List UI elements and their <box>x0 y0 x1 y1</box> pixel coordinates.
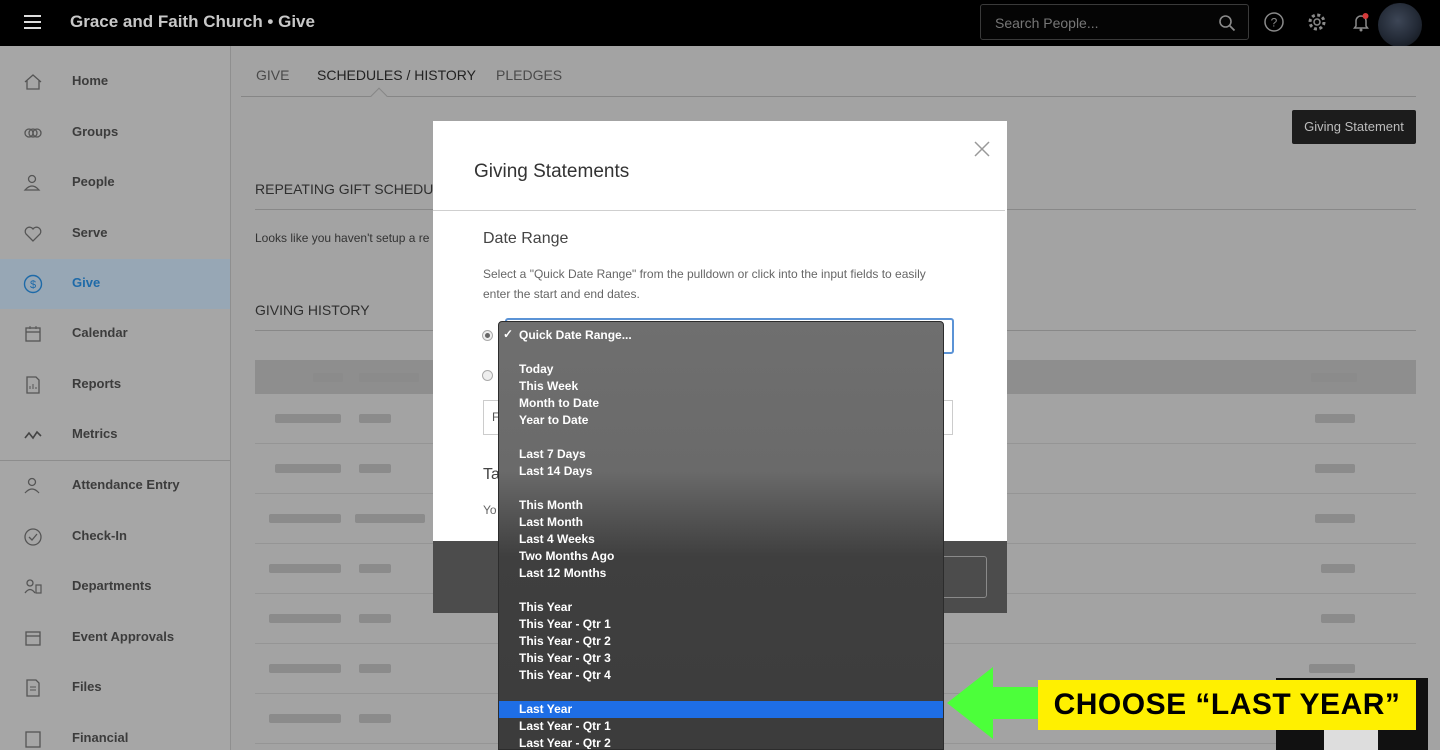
sidebar-item-label: Groups <box>72 124 119 139</box>
gear-icon[interactable] <box>1306 11 1328 33</box>
sidebar-item-calendar[interactable]: Calendar <box>0 309 230 357</box>
sidebar-item-label: Financial <box>72 730 129 745</box>
sidebar-item-label: Reports <box>72 376 122 391</box>
custom-date-range-radio[interactable] <box>482 370 493 381</box>
menu-option[interactable]: Last 12 Months <box>519 565 606 582</box>
second-section-text: Yo <box>483 503 497 517</box>
sidebar-item-departments[interactable]: Departments <box>0 562 230 610</box>
tabs-divider <box>241 96 1416 97</box>
sidebar-item-serve[interactable]: Serve <box>0 209 230 257</box>
sidebar-item-label: Check-In <box>72 528 127 543</box>
menu-option[interactable]: Last 4 Weeks <box>519 531 595 548</box>
sidebar-item-check-in[interactable]: Check-In <box>0 512 230 560</box>
menu-option[interactable]: This Year - Qtr 1 <box>519 616 611 633</box>
calendar-icon <box>25 326 41 342</box>
departments-icon <box>24 579 42 594</box>
sidebar-item-label: Attendance Entry <box>72 477 180 492</box>
reports-icon <box>26 376 40 394</box>
quick-date-range-menu: ✓ Quick Date Range... Today This Week Mo… <box>498 321 944 750</box>
sidebar-item-groups[interactable]: Groups <box>0 108 230 156</box>
people-icon <box>23 174 41 191</box>
sidebar-item-label: Files <box>72 679 102 694</box>
help-icon[interactable]: ? <box>1263 11 1285 33</box>
menu-option[interactable]: This Week <box>519 378 578 395</box>
sidebar-item-files[interactable]: Files <box>0 663 230 711</box>
app-title: Grace and Faith Church • Give <box>70 12 315 31</box>
sidebar-item-label: Departments <box>72 578 152 593</box>
modal-divider <box>433 210 1005 211</box>
financial-icon <box>25 731 41 748</box>
check-icon <box>24 528 42 546</box>
avatar[interactable] <box>1378 3 1422 47</box>
menu-option[interactable]: Last Year - Qtr 1 <box>519 718 611 735</box>
search-icon[interactable] <box>1218 14 1236 32</box>
close-icon[interactable] <box>974 141 990 157</box>
menu-option[interactable]: Last Month <box>519 514 583 531</box>
sidebar-item-financial[interactable]: Financial <box>0 714 230 750</box>
menu-option-last-year[interactable]: Last Year <box>519 701 572 718</box>
checkmark-icon: ✓ <box>503 327 514 341</box>
heart-icon <box>24 226 42 242</box>
menu-option[interactable]: This Month <box>519 497 583 514</box>
search-people-input[interactable]: Search People... <box>980 4 1249 40</box>
sidebar-item-label: Give <box>72 275 101 290</box>
sidebar-item-reports[interactable]: Reports <box>0 360 230 408</box>
bell-icon[interactable] <box>1350 11 1372 33</box>
choose-last-year-callout: CHOOSE “LAST YEAR” <box>1038 680 1416 730</box>
svg-text:?: ? <box>1271 16 1278 30</box>
dollar-icon: $ <box>23 274 43 294</box>
sidebar-item-label: People <box>72 174 115 189</box>
menu-option[interactable]: This Year <box>519 599 572 616</box>
menu-option[interactable]: Last 14 Days <box>519 463 592 480</box>
sidebar: Home Groups People Serve $ Give Calendar… <box>0 46 231 750</box>
event-approvals-icon <box>25 631 41 646</box>
menu-option[interactable]: Last 7 Days <box>519 446 586 463</box>
search-placeholder: Search People... <box>995 15 1099 31</box>
repeating-gift-schedules-title: REPEATING GIFT SCHEDULI <box>255 181 446 197</box>
sidebar-item-label: Serve <box>72 225 108 240</box>
menu-option[interactable]: Last Year - Qtr 2 <box>519 735 611 749</box>
sidebar-item-label: Home <box>72 73 109 88</box>
sidebar-item-label: Event Approvals <box>72 629 175 644</box>
quick-date-range-radio[interactable] <box>482 330 493 341</box>
svg-text:$: $ <box>30 279 36 291</box>
active-tab-caret <box>370 87 388 105</box>
date-range-title: Date Range <box>483 230 569 247</box>
menu-option[interactable]: Month to Date <box>519 395 599 412</box>
menu-option[interactable]: Year to Date <box>519 412 588 429</box>
home-icon <box>24 74 42 90</box>
menu-option[interactable]: Today <box>519 361 553 378</box>
menu-option-quick-date-range[interactable]: Quick Date Range... <box>519 327 632 344</box>
giving-history-title: GIVING HISTORY <box>255 302 370 318</box>
empty-schedules-message: Looks like you haven't setup a re <box>255 231 430 245</box>
sidebar-item-give[interactable]: $ Give <box>0 259 230 309</box>
groups-icon <box>24 128 42 138</box>
tab-schedules-history[interactable]: SCHEDULES / HISTORY <box>317 67 476 83</box>
sidebar-item-metrics[interactable]: Metrics <box>0 410 230 458</box>
hamburger-menu-icon[interactable] <box>24 15 41 29</box>
menu-option[interactable]: This Year - Qtr 3 <box>519 650 611 667</box>
top-bar: Grace and Faith Church • Give Search Peo… <box>0 0 1440 47</box>
menu-option[interactable]: This Year - Qtr 4 <box>519 667 611 684</box>
metrics-icon <box>24 430 42 440</box>
modal-title: Giving Statements <box>474 161 630 182</box>
sidebar-item-label: Metrics <box>72 426 118 441</box>
sidebar-item-people[interactable]: People <box>0 158 230 206</box>
attendance-icon <box>24 477 40 494</box>
menu-option[interactable]: This Year - Qtr 2 <box>519 633 611 650</box>
sidebar-item-home[interactable]: Home <box>0 57 230 105</box>
date-range-help-text: Select a "Quick Date Range" from the pul… <box>483 267 926 301</box>
tab-give[interactable]: GIVE <box>256 67 289 83</box>
sidebar-item-event-approvals[interactable]: Event Approvals <box>0 613 230 661</box>
sidebar-item-label: Calendar <box>72 325 128 340</box>
files-icon <box>26 679 40 697</box>
menu-option[interactable]: Two Months Ago <box>519 548 614 565</box>
callout-arrow-icon <box>947 667 1040 739</box>
giving-statement-button[interactable]: Giving Statement <box>1292 110 1416 144</box>
sidebar-item-attendance-entry[interactable]: Attendance Entry <box>0 461 230 509</box>
tab-pledges[interactable]: PLEDGES <box>496 67 562 83</box>
